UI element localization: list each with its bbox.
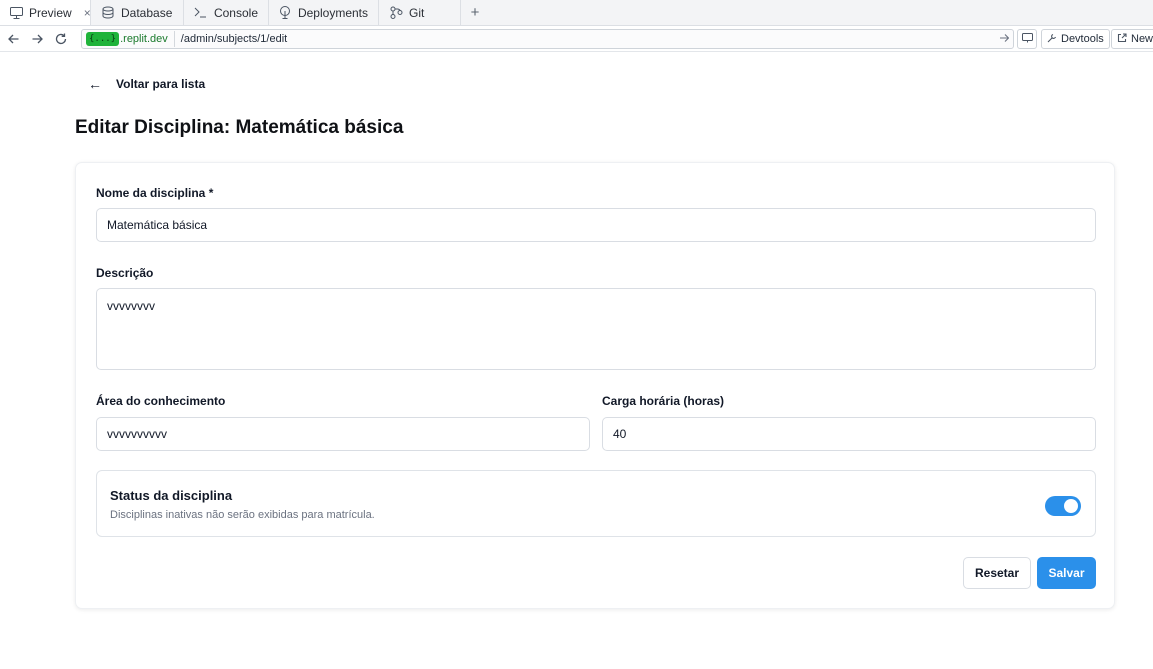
tab-git[interactable]: Git (379, 0, 461, 25)
wrench-icon (1047, 33, 1057, 46)
tab-label: Console (213, 5, 258, 20)
status-description: Disciplinas inativas não serão exibidas … (110, 509, 375, 521)
tab-preview[interactable]: Preview × (0, 0, 91, 25)
monitor-icon (10, 6, 23, 20)
add-tab-button[interactable]: + (461, 0, 489, 25)
back-to-list-link[interactable]: ← Voltar para lista (88, 76, 205, 92)
preview-page: ← Voltar para lista Editar Disciplina: M… (0, 53, 1153, 669)
back-icon[interactable] (2, 28, 24, 50)
name-label: Nome da disciplina * (96, 186, 214, 200)
terminal-icon (194, 6, 208, 20)
url-path[interactable]: /admin/subjects/1/edit (181, 33, 287, 45)
page-title: Editar Disciplina: Matemática básica (75, 117, 404, 138)
address-bar[interactable]: {...} .replit.dev /admin/subjects/1/edit (81, 29, 1014, 49)
arrow-left-icon: ← (88, 76, 102, 92)
save-button[interactable]: Salvar (1037, 557, 1096, 589)
edit-subject-form: Nome da disciplina * Descrição vvvvvvvv … (75, 162, 1115, 609)
git-icon (389, 6, 403, 20)
domain-chip: {...} (86, 32, 120, 46)
reload-icon[interactable] (50, 28, 72, 50)
domain-text: .replit.dev (120, 33, 168, 45)
hours-input[interactable] (602, 417, 1096, 451)
tab-label: Deployments (297, 5, 368, 20)
deployments-icon (279, 6, 292, 20)
back-link-label: Voltar para lista (116, 77, 206, 91)
area-input[interactable] (96, 417, 590, 451)
tab-label: Git (409, 5, 425, 20)
status-toggle[interactable] (1045, 496, 1081, 516)
area-label: Área do conhecimento (96, 394, 226, 408)
go-arrow-icon[interactable] (1000, 33, 1010, 45)
subject-name-input[interactable] (96, 208, 1096, 242)
description-label: Descrição (96, 266, 154, 280)
status-section: Status da disciplina Disciplinas inativa… (96, 470, 1096, 537)
toggle-knob (1064, 499, 1078, 513)
tab-console[interactable]: Console (184, 0, 269, 25)
database-icon (101, 6, 115, 20)
tab-label: Database (121, 5, 173, 20)
devtools-label: Devtools (1061, 33, 1104, 45)
monitor-icon (1021, 32, 1033, 46)
device-preview-button[interactable] (1017, 29, 1037, 49)
tab-database[interactable]: Database (91, 0, 184, 25)
description-textarea[interactable]: vvvvvvvv (96, 288, 1096, 370)
divider (173, 31, 175, 47)
external-link-icon (1117, 32, 1127, 46)
tab-deployments[interactable]: Deployments (269, 0, 379, 25)
devtools-button[interactable]: Devtools (1041, 29, 1110, 49)
close-icon[interactable]: × (84, 6, 91, 20)
status-title: Status da disciplina (110, 488, 233, 503)
workspace-tab-bar: Preview × Database Console Deployments G… (0, 0, 1153, 26)
preview-url-bar: {...} .replit.dev /admin/subjects/1/edit… (0, 26, 1153, 52)
reset-button[interactable]: Resetar (963, 557, 1031, 589)
forward-icon[interactable] (26, 28, 48, 50)
hours-label: Carga horária (horas) (602, 394, 725, 408)
new-tab-button[interactable]: New (1111, 29, 1153, 49)
tab-label: Preview (29, 5, 72, 20)
new-tab-label: New (1131, 33, 1153, 45)
